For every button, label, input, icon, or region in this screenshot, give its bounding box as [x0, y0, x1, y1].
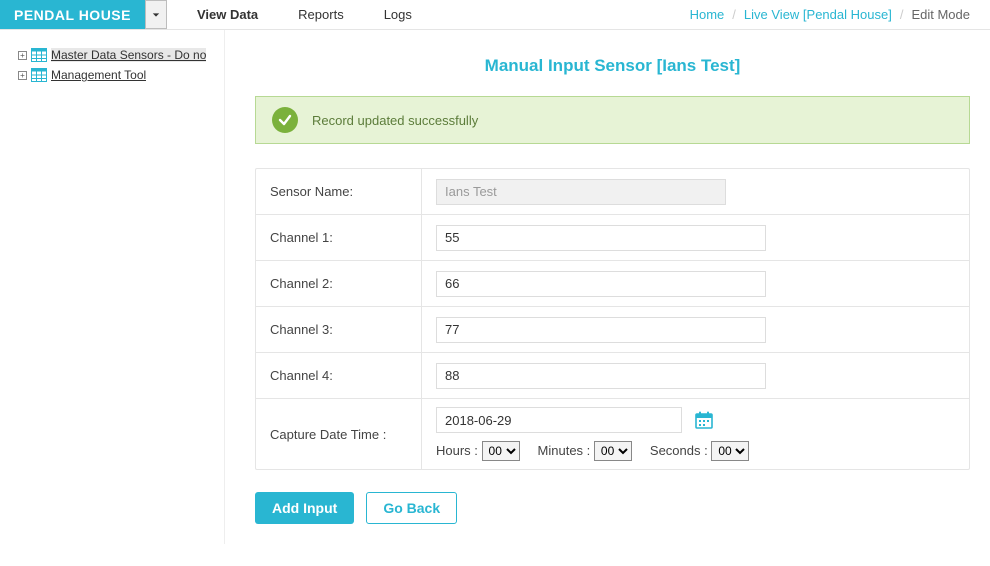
- nav-reports[interactable]: Reports: [298, 7, 344, 22]
- row-capture-date-time: Capture Date Time :: [256, 399, 969, 469]
- tree-item-management-tool[interactable]: + Management Tool: [18, 68, 224, 82]
- page-title: Manual Input Sensor [Ians Test]: [255, 56, 970, 76]
- brand-label: PENDAL HOUSE: [0, 0, 145, 29]
- row-sensor-name: Sensor Name:: [256, 169, 969, 215]
- label-capture-date-time: Capture Date Time :: [256, 399, 422, 469]
- label-channel-2: Channel 2:: [256, 261, 422, 306]
- channel-2-input[interactable]: [436, 271, 766, 297]
- breadcrumb-live-view[interactable]: Live View [Pendal House]: [744, 7, 892, 22]
- expand-icon[interactable]: +: [18, 51, 27, 60]
- row-channel-1: Channel 1:: [256, 215, 969, 261]
- minutes-select[interactable]: 00: [594, 441, 632, 461]
- nav-view-data[interactable]: View Data: [197, 7, 258, 22]
- nav-logs[interactable]: Logs: [384, 7, 412, 22]
- label-channel-4: Channel 4:: [256, 353, 422, 398]
- calendar-icon[interactable]: [694, 410, 714, 430]
- row-channel-4: Channel 4:: [256, 353, 969, 399]
- breadcrumb-current: Edit Mode: [911, 7, 970, 22]
- minutes-label: Minutes :: [538, 443, 591, 458]
- brand-dropdown-toggle[interactable]: [145, 0, 167, 29]
- label-channel-1: Channel 1:: [256, 215, 422, 260]
- tree-item-label: Master Data Sensors - Do no: [51, 48, 206, 62]
- tree-item-master-data-sensors[interactable]: + Master Data Sensors - Do no: [18, 48, 224, 62]
- go-back-button[interactable]: Go Back: [366, 492, 457, 524]
- seconds-label: Seconds :: [650, 443, 708, 458]
- top-nav: View Data Reports Logs: [167, 0, 412, 29]
- sensor-name-input: [436, 179, 726, 205]
- expand-icon[interactable]: +: [18, 71, 27, 80]
- add-input-button[interactable]: Add Input: [255, 492, 354, 524]
- channel-4-input[interactable]: [436, 363, 766, 389]
- hours-label: Hours :: [436, 443, 478, 458]
- seconds-select[interactable]: 00: [711, 441, 749, 461]
- channel-3-input[interactable]: [436, 317, 766, 343]
- breadcrumbs: Home / Live View [Pendal House] / Edit M…: [690, 0, 990, 29]
- sidebar-tree: + Master Data Sensors - Do no +: [0, 30, 224, 88]
- breadcrumb-home[interactable]: Home: [690, 7, 725, 22]
- form-card: Sensor Name: Channel 1: Channel 2:: [255, 168, 970, 470]
- breadcrumb-sep: /: [732, 7, 736, 22]
- row-channel-3: Channel 3:: [256, 307, 969, 353]
- table-icon: [31, 68, 47, 82]
- alert-text: Record updated successfully: [312, 113, 478, 128]
- label-sensor-name: Sensor Name:: [256, 169, 422, 214]
- action-buttons: Add Input Go Back: [255, 492, 970, 524]
- alert-success: Record updated successfully: [255, 96, 970, 144]
- hours-select[interactable]: 00: [482, 441, 520, 461]
- channel-1-input[interactable]: [436, 225, 766, 251]
- row-channel-2: Channel 2:: [256, 261, 969, 307]
- check-circle-icon: [272, 107, 298, 133]
- table-icon: [31, 48, 47, 62]
- content-panel: Manual Input Sensor [Ians Test] Record u…: [224, 30, 990, 544]
- capture-date-input[interactable]: [436, 407, 682, 433]
- label-channel-3: Channel 3:: [256, 307, 422, 352]
- topbar: PENDAL HOUSE View Data Reports Logs Home…: [0, 0, 990, 30]
- breadcrumb-sep: /: [900, 7, 904, 22]
- tree-item-label: Management Tool: [51, 68, 146, 82]
